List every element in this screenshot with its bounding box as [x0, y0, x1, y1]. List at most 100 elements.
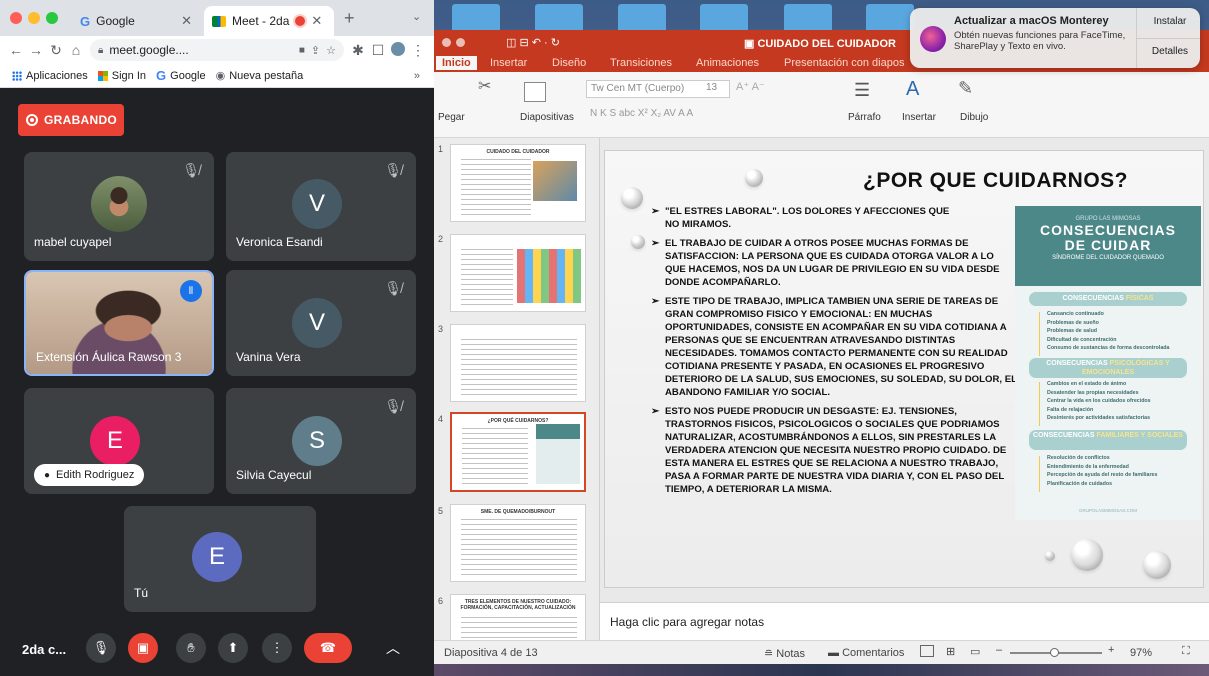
zoom-level[interactable]: 97%: [1130, 647, 1152, 659]
paste-button[interactable]: Pegar: [438, 112, 465, 123]
notification-body: Obtén nuevas funciones para FaceTime, Sh…: [954, 30, 1126, 52]
insert-button[interactable]: Insertar: [902, 112, 936, 123]
tab-google[interactable]: G Google ✕: [72, 6, 200, 36]
slide-bullet[interactable]: "EL ESTRES LABORAL". LOS DOLORES Y AFECC…: [651, 205, 955, 231]
bookmark-apps[interactable]: Aplicaciones: [12, 70, 88, 82]
scissors-icon[interactable]: ✂: [478, 76, 491, 96]
fit-window-icon[interactable]: ⛶: [1182, 645, 1190, 658]
slide-thumbnail-selected[interactable]: ¿POR QUÉ CUIDARNOS?: [450, 412, 586, 492]
close-window-icon[interactable]: [442, 38, 451, 47]
zoom-slider-thumb[interactable]: [1050, 648, 1059, 657]
slide-thumbnail[interactable]: SME. DE QUEMADO/BURNOUT: [450, 504, 586, 582]
chevron-down-icon[interactable]: ⌄: [412, 10, 421, 23]
close-icon[interactable]: ✕: [181, 13, 192, 29]
profile-avatar[interactable]: [388, 41, 408, 59]
participant-tile[interactable]: 🎙︎̸ mabel cuyapel: [24, 152, 214, 261]
autosave-icon[interactable]: ◫ ⊟ ↶ · ↻: [506, 36, 560, 49]
macos-notification[interactable]: Actualizar a macOS Monterey Obtén nuevas…: [910, 8, 1200, 68]
share-icon[interactable]: ⇪: [311, 44, 320, 57]
camera-off-button[interactable]: ▣: [128, 633, 158, 663]
slide-canvas[interactable]: ¿POR QUE CUIDARNOS? "EL ESTRES LABORAL".…: [604, 150, 1204, 588]
bookmark-new-tab[interactable]: ◉ Nueva pestaña: [216, 69, 304, 83]
present-button[interactable]: ⬆: [218, 633, 248, 663]
minimize-window-icon[interactable]: [456, 38, 465, 47]
paragraph-button[interactable]: Párrafo: [848, 112, 881, 123]
close-window-icon[interactable]: [10, 12, 22, 24]
participant-tile[interactable]: V 🎙︎̸ Vanina Vera: [226, 270, 416, 376]
record-icon: [26, 114, 38, 126]
tab-animaciones[interactable]: Animaciones: [696, 57, 759, 69]
slide-bullet[interactable]: ESTO NOS PUEDE PRODUCIR UN DESGASTE: EJ.…: [651, 405, 1017, 496]
infographic-section: CONSECUENCIAS FÍSICAS: [1029, 292, 1187, 306]
slide-sorter-icon[interactable]: ⊞: [946, 645, 955, 658]
details-button[interactable]: Detalles: [1142, 46, 1198, 57]
paragraph-icon[interactable]: ☰: [854, 80, 870, 101]
mic-muted-icon: 🎙︎̸: [182, 162, 200, 178]
tab-diseno[interactable]: Diseño: [552, 57, 586, 69]
menu-icon[interactable]: ⋮: [408, 42, 428, 59]
draw-icon[interactable]: ✎: [958, 78, 973, 99]
comments-toggle[interactable]: ▬ Comentarios: [828, 647, 904, 659]
address-bar[interactable]: 🔒︎ meet.google.... ■ ⇪ ☆: [90, 39, 344, 61]
infographic-list: Resolución de conflictos Entendimiento d…: [1047, 455, 1158, 487]
reload-icon[interactable]: ↻: [46, 42, 66, 59]
bookmark-google[interactable]: G Google: [156, 68, 206, 83]
tab-inicio[interactable]: Inicio: [436, 56, 477, 70]
insert-text-icon[interactable]: A: [906, 78, 919, 101]
extensions-icon[interactable]: ✱: [348, 42, 368, 59]
participant-tile-self[interactable]: E Tú: [124, 506, 316, 612]
slides-button[interactable]: Diapositivas: [520, 112, 574, 123]
zoom-window-icon[interactable]: [46, 12, 58, 24]
raise-hand-button[interactable]: ✋︎: [176, 633, 206, 663]
microphone-button[interactable]: 🎙︎: [86, 633, 116, 663]
close-icon[interactable]: ✕: [311, 13, 322, 29]
monterey-icon: [920, 26, 946, 52]
tab-meet[interactable]: Meet - 2da ✕: [204, 6, 334, 36]
recording-icon: [295, 16, 306, 26]
font-format-icons[interactable]: N K S abc X² X₂ AV A A: [590, 108, 693, 119]
slide-thumbnail[interactable]: CUIDADO DEL CUIDADOR: [450, 144, 586, 222]
bookmark-sign-in[interactable]: Sign In: [97, 70, 146, 82]
infographic-image[interactable]: GRUPO LAS MIMOSAS CONSECUENCIAS DE CUIDA…: [1015, 206, 1201, 520]
recording-badge[interactable]: GRABANDO: [18, 104, 124, 136]
tab-transiciones[interactable]: Transiciones: [610, 57, 672, 69]
new-slide-icon[interactable]: [524, 82, 546, 102]
notes-toggle[interactable]: ≘ Notas: [764, 647, 805, 660]
leave-call-button[interactable]: ☎︎: [304, 633, 352, 663]
new-tab-icon[interactable]: +: [344, 8, 355, 29]
participant-tile[interactable]: V 🎙︎̸ Veronica Esandi: [226, 152, 416, 261]
font-size-select[interactable]: 13: [706, 82, 717, 93]
participant-tile-active[interactable]: ⦀ Extensión Áulica Rawson 3: [24, 270, 214, 376]
chevron-up-icon[interactable]: ︿: [386, 638, 400, 658]
back-icon[interactable]: ←: [6, 42, 26, 58]
slide-thumbnail[interactable]: [450, 324, 586, 402]
reading-view-icon[interactable]: ▭: [970, 645, 980, 658]
zoom-slider[interactable]: [1010, 648, 1102, 657]
install-button[interactable]: Instalar: [1142, 16, 1198, 27]
camera-icon[interactable]: ■: [299, 45, 305, 56]
timeline-line: [1039, 382, 1043, 426]
slide-thumbnail[interactable]: [450, 234, 586, 312]
font-grow-icon[interactable]: A⁺ A⁻: [736, 80, 765, 93]
more-options-button[interactable]: ⋮: [262, 633, 292, 663]
thumbnail-title: CUIDADO DEL CUIDADOR: [486, 149, 550, 155]
tab-insertar[interactable]: Insertar: [490, 57, 527, 69]
more-bookmarks-icon[interactable]: »: [414, 70, 420, 82]
zoom-in-icon[interactable]: +: [1108, 644, 1114, 656]
draw-button[interactable]: Dibujo: [960, 112, 988, 123]
slide-bullet[interactable]: ESTE TIPO DE TRABAJO, IMPLICA TAMBIEN UN…: [651, 295, 1017, 399]
home-icon[interactable]: ⌂: [66, 42, 86, 58]
notes-pane[interactable]: Haga clic para agregar notas: [600, 602, 1209, 640]
slide-title[interactable]: ¿POR QUE CUIDARNOS?: [863, 169, 1128, 193]
zoom-out-icon[interactable]: –: [996, 644, 1002, 656]
minimize-window-icon[interactable]: [28, 12, 40, 24]
slide-bullet[interactable]: EL TRABAJO DE CUIDAR A OTROS POSEE MUCHA…: [651, 237, 1017, 289]
tab-presentacion[interactable]: Presentación con diapos: [784, 57, 904, 69]
normal-view-icon[interactable]: [920, 645, 934, 657]
participant-name: mabel cuyapel: [34, 235, 112, 249]
slide-thumbnail[interactable]: TRES ELEMENTOS DE NUESTRO CUIDADO: FORMA…: [450, 594, 586, 640]
participant-tile[interactable]: S 🎙︎̸ Silvia Cayecul: [226, 388, 416, 494]
star-icon[interactable]: ☆: [326, 44, 336, 57]
forward-icon[interactable]: →: [26, 42, 46, 58]
reading-list-icon[interactable]: ☐: [368, 42, 388, 59]
